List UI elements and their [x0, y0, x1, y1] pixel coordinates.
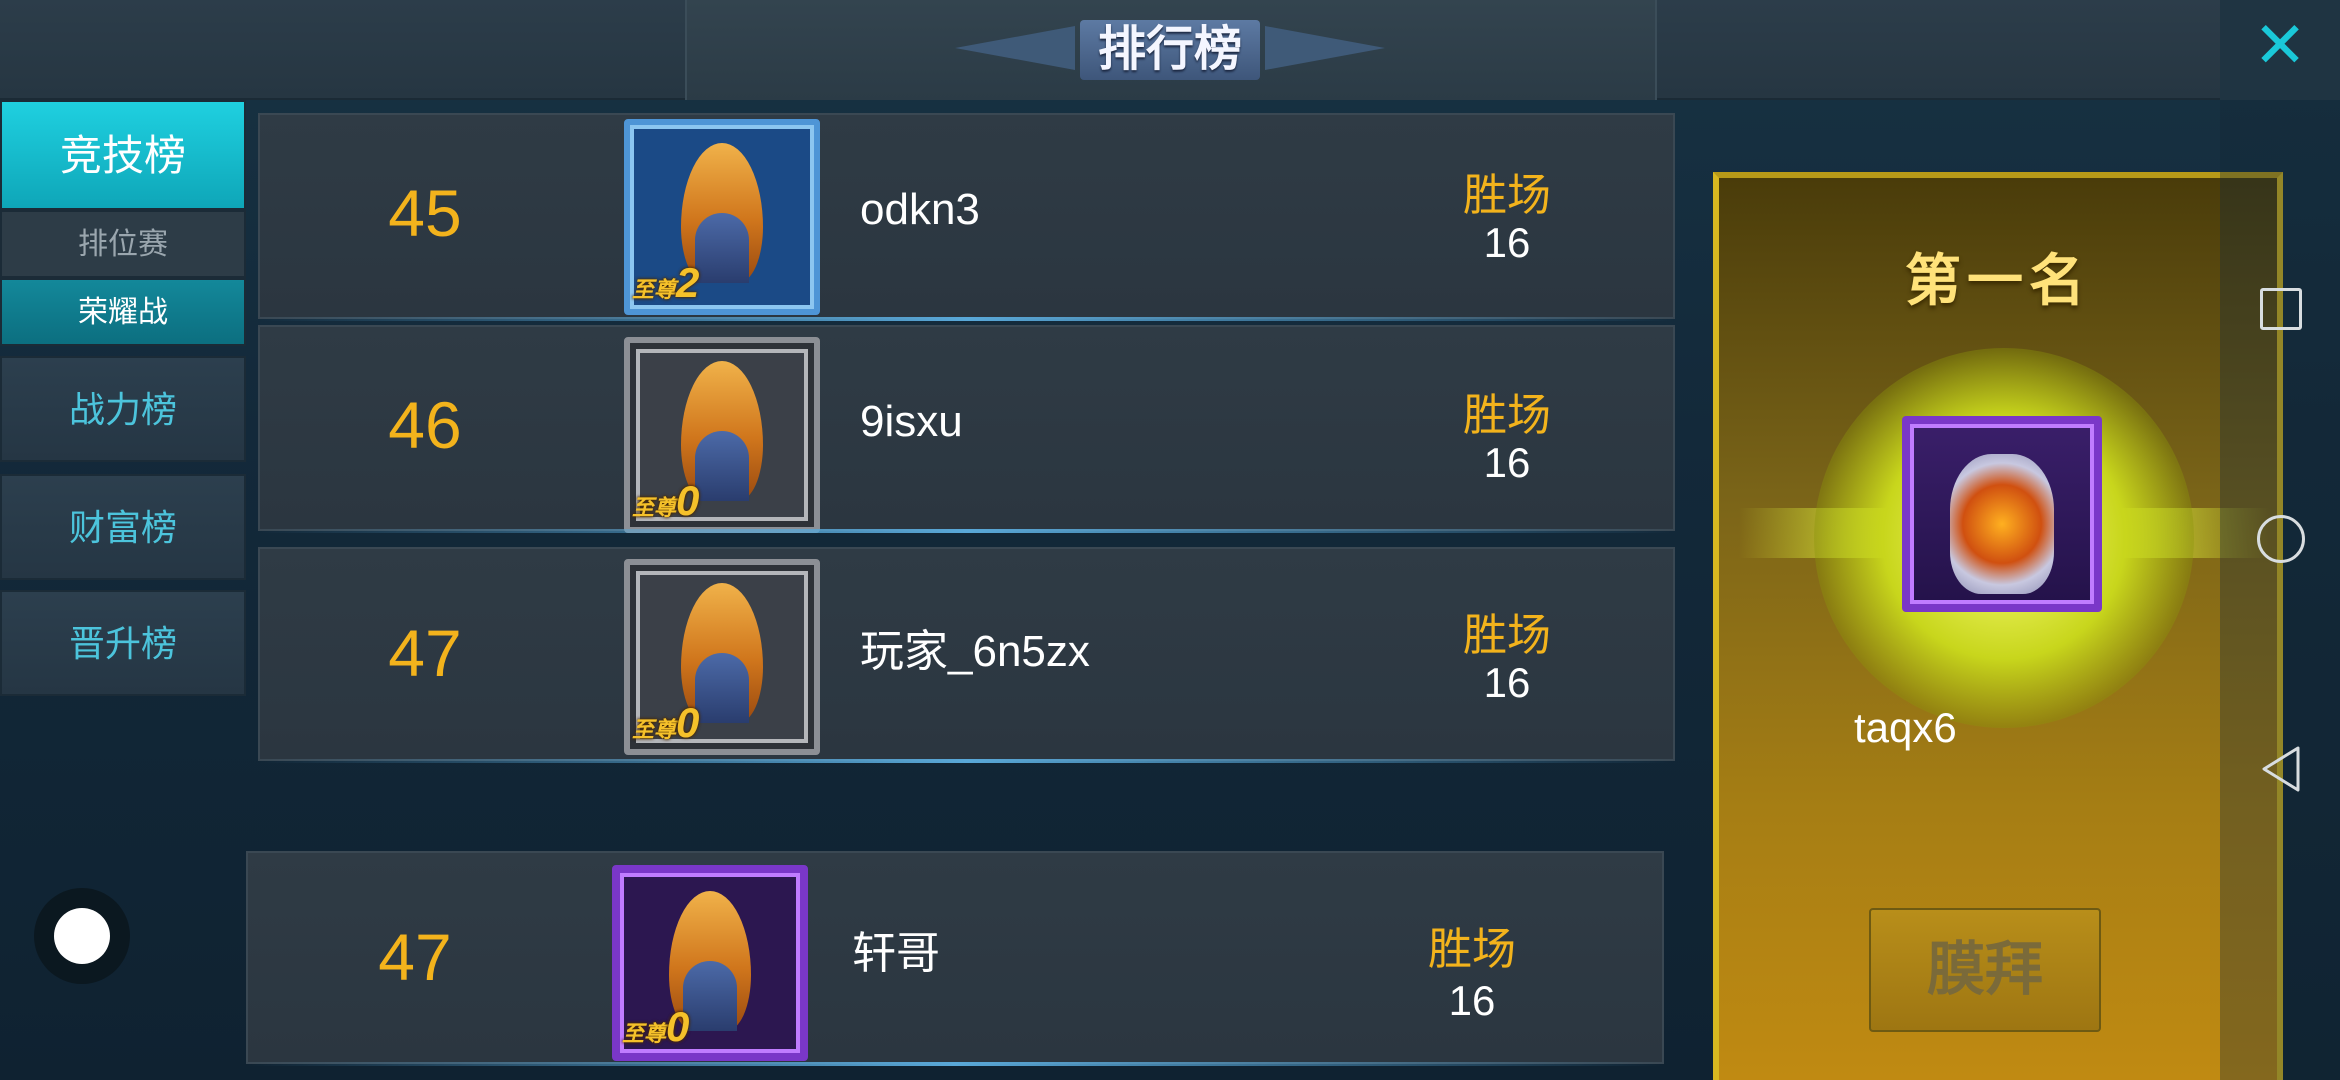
tab-power-ranking[interactable]: 战力榜 [0, 356, 246, 462]
title-wing-right [1265, 26, 1385, 70]
subtab-glory-battle[interactable]: 荣耀战 [0, 278, 246, 346]
back-icon[interactable] [2258, 744, 2304, 794]
close-icon: ✕ [2253, 9, 2307, 81]
table-row[interactable]: 46 至尊0 9isxu 胜场 16 [258, 325, 1675, 533]
tab-promotion-ranking[interactable]: 晋升榜 [0, 590, 246, 696]
first-place-title: 第一名 [1905, 249, 2091, 312]
worship-button[interactable]: 膜拜 [1869, 908, 2101, 1032]
player-name: odkn3 [860, 185, 980, 234]
hero-portrait [1950, 454, 2054, 594]
home-icon[interactable] [2257, 515, 2305, 563]
first-place-name: taqx6 [1854, 704, 1957, 751]
rank-badge: 至尊0 [632, 699, 700, 746]
wins-label: 胜场 [1463, 391, 1551, 440]
rank-number: 46 [388, 388, 462, 462]
wins-label: 胜场 [1463, 171, 1551, 220]
title-wing-left [955, 26, 1075, 70]
wins-label: 胜场 [1428, 925, 1516, 974]
rank-badge: 至尊0 [622, 1003, 690, 1050]
page-title: 排行榜 [1080, 20, 1260, 80]
table-row[interactable]: 45 至尊2 odkn3 胜场 16 [258, 113, 1675, 321]
player-name: 玩家_6n5zx [860, 627, 1090, 676]
table-row[interactable]: 47 至尊0 玩家_6n5zx 胜场 16 [258, 547, 1675, 763]
system-nav-bar [2220, 100, 2340, 1080]
player-name: 9isxu [860, 397, 963, 446]
close-button[interactable]: ✕ [2220, 0, 2340, 100]
rank-badge: 至尊2 [632, 259, 700, 306]
wins-label: 胜场 [1463, 611, 1551, 660]
wins-value: 16 [1483, 659, 1531, 706]
tab-wealth-ranking[interactable]: 财富榜 [0, 474, 246, 580]
rank-number: 47 [388, 616, 462, 690]
self-rank-row[interactable]: 47 至尊0 轩哥 胜场 16 [246, 851, 1664, 1066]
player-avatar[interactable]: 至尊0 [624, 559, 820, 755]
wins-value: 16 [1483, 439, 1531, 486]
rank-number: 45 [388, 176, 462, 250]
rank-badge: 至尊0 [632, 477, 700, 524]
player-avatar[interactable]: 至尊0 [624, 337, 820, 533]
wins-value: 16 [1483, 219, 1531, 266]
player-avatar[interactable]: 至尊0 [612, 865, 808, 1061]
floating-assist-button[interactable] [34, 888, 130, 984]
subtab-ranked-match[interactable]: 排位赛 [0, 210, 246, 278]
tab-arena-ranking[interactable]: 竞技榜 [0, 100, 246, 210]
wins-value: 16 [1448, 977, 1496, 1024]
player-name: 轩哥 [852, 929, 940, 978]
first-place-panel: 第一名 taqx6 膜拜 [1713, 172, 2283, 1080]
first-place-avatar[interactable] [1902, 416, 2102, 612]
rank-number: 47 [378, 920, 452, 994]
assist-dot [54, 908, 110, 964]
player-avatar[interactable]: 至尊2 [624, 119, 820, 315]
recent-apps-icon[interactable] [2260, 288, 2302, 330]
